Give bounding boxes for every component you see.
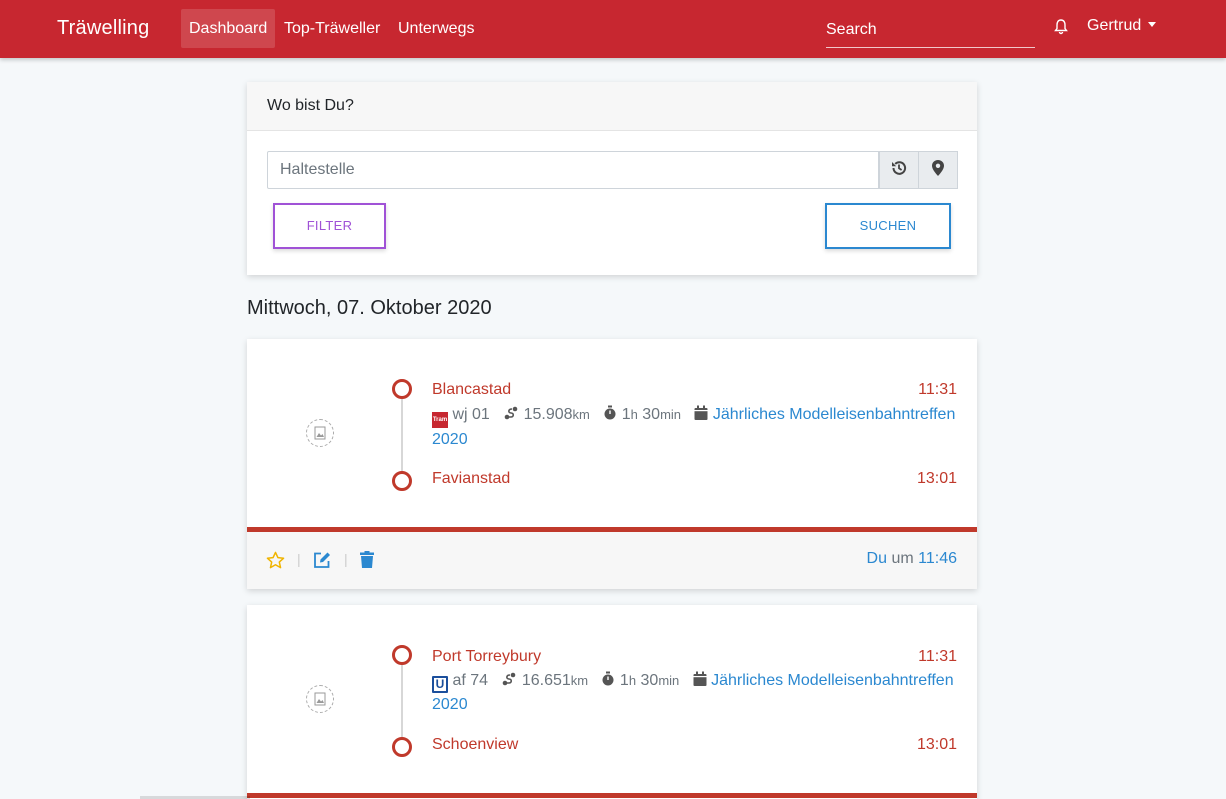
- tram-icon: Tram: [432, 412, 448, 428]
- trip-details: U af 74 16.651km 1h 30min Jährliches Mod…: [432, 669, 962, 717]
- destination-station[interactable]: Favianstad: [432, 470, 510, 488]
- status-card: Blancastad 11:31 Tram wj 01 15.908km 1h …: [247, 339, 977, 589]
- search-input[interactable]: [826, 21, 1035, 39]
- timeline-line: [401, 399, 403, 481]
- search-button[interactable]: SUCHEN: [825, 203, 951, 249]
- avatar[interactable]: [306, 419, 334, 447]
- trip-details: Tram wj 01 15.908km 1h 30min Jährliches …: [432, 403, 962, 452]
- status-um-label: um: [891, 550, 914, 567]
- arrival-time: 13:01: [916, 470, 957, 487]
- origin-station[interactable]: Port Torreybury: [432, 648, 541, 666]
- duration-hours: 1: [619, 672, 629, 689]
- distance-value: 16.651: [521, 672, 571, 689]
- filter-button[interactable]: FILTER: [273, 203, 386, 249]
- duration-minutes-unit: min: [658, 673, 680, 688]
- status-user-link[interactable]: Du: [867, 550, 887, 567]
- duration-hours-unit: h: [628, 673, 637, 688]
- destination-station[interactable]: Schoenview: [432, 736, 518, 754]
- caret-down-icon: [1148, 22, 1157, 27]
- locate-button[interactable]: [918, 151, 958, 189]
- edit-icon[interactable]: [313, 551, 331, 574]
- nav-top-traeweller[interactable]: Top-Träweller: [276, 9, 388, 48]
- origin-dot: [392, 645, 412, 665]
- distance-unit: km: [570, 673, 589, 688]
- route-icon: [501, 672, 517, 689]
- timeline-line: [401, 665, 403, 747]
- user-name: Gertrud: [1087, 17, 1142, 34]
- avatar[interactable]: [306, 685, 334, 713]
- footer-separator: |: [344, 551, 348, 567]
- line-number: af 74: [452, 672, 489, 689]
- station-input[interactable]: [267, 151, 879, 189]
- distance-unit: km: [572, 407, 590, 422]
- footer-separator: |: [297, 551, 301, 567]
- stopwatch-icon: [603, 405, 617, 423]
- history-button[interactable]: [879, 151, 919, 189]
- distance-value: 15.908: [523, 406, 573, 423]
- route-icon: [503, 406, 519, 423]
- origin-station[interactable]: Blancastad: [432, 381, 511, 399]
- departure-time: 11:31: [918, 648, 957, 665]
- calendar-icon: [694, 405, 708, 423]
- duration-minutes-unit: min: [660, 407, 682, 422]
- calendar-icon: [693, 671, 707, 689]
- user-menu[interactable]: Gertrud: [1087, 17, 1157, 35]
- duration-hours-unit: h: [630, 407, 638, 422]
- status-meta: Du um 11:46: [867, 550, 957, 568]
- navbar-search: [826, 14, 1035, 48]
- nav-dashboard[interactable]: Dashboard: [181, 9, 276, 48]
- destination-dot: [392, 471, 412, 491]
- station-search-card: Wo bist Du? FILTER SUCHEN: [247, 82, 977, 275]
- destination-dot: [392, 737, 412, 757]
- date-heading: Mittwoch, 07. Oktober 2020: [247, 297, 492, 319]
- stopwatch-icon: [601, 671, 615, 689]
- status-time-link[interactable]: 11:46: [918, 550, 957, 567]
- subway-icon: U: [432, 676, 448, 693]
- brand-logo[interactable]: Träwelling: [57, 17, 149, 40]
- bell-icon[interactable]: [1052, 18, 1070, 36]
- line-number: wj 01: [452, 406, 490, 423]
- top-navbar: Träwelling Dashboard Top-Träweller Unter…: [0, 0, 1226, 58]
- duration-hours: 1: [621, 406, 631, 423]
- origin-dot: [392, 379, 412, 399]
- trip-progress-bar: [247, 793, 977, 798]
- nav-unterwegs[interactable]: Unterwegs: [390, 9, 482, 48]
- map-marker-icon: [931, 159, 945, 182]
- arrival-time: 13:01: [916, 736, 957, 753]
- search-card-header: Wo bist Du?: [247, 82, 977, 131]
- departure-time: 11:31: [918, 381, 957, 398]
- duration-minutes: 30: [640, 672, 659, 689]
- duration-minutes: 30: [642, 406, 661, 423]
- history-icon: [890, 159, 908, 182]
- status-footer: | | Du um 11:46: [247, 532, 977, 589]
- status-card: Port Torreybury 11:31 U af 74 16.651km 1…: [247, 605, 977, 799]
- trash-icon[interactable]: [360, 551, 374, 573]
- star-icon[interactable]: [266, 551, 285, 575]
